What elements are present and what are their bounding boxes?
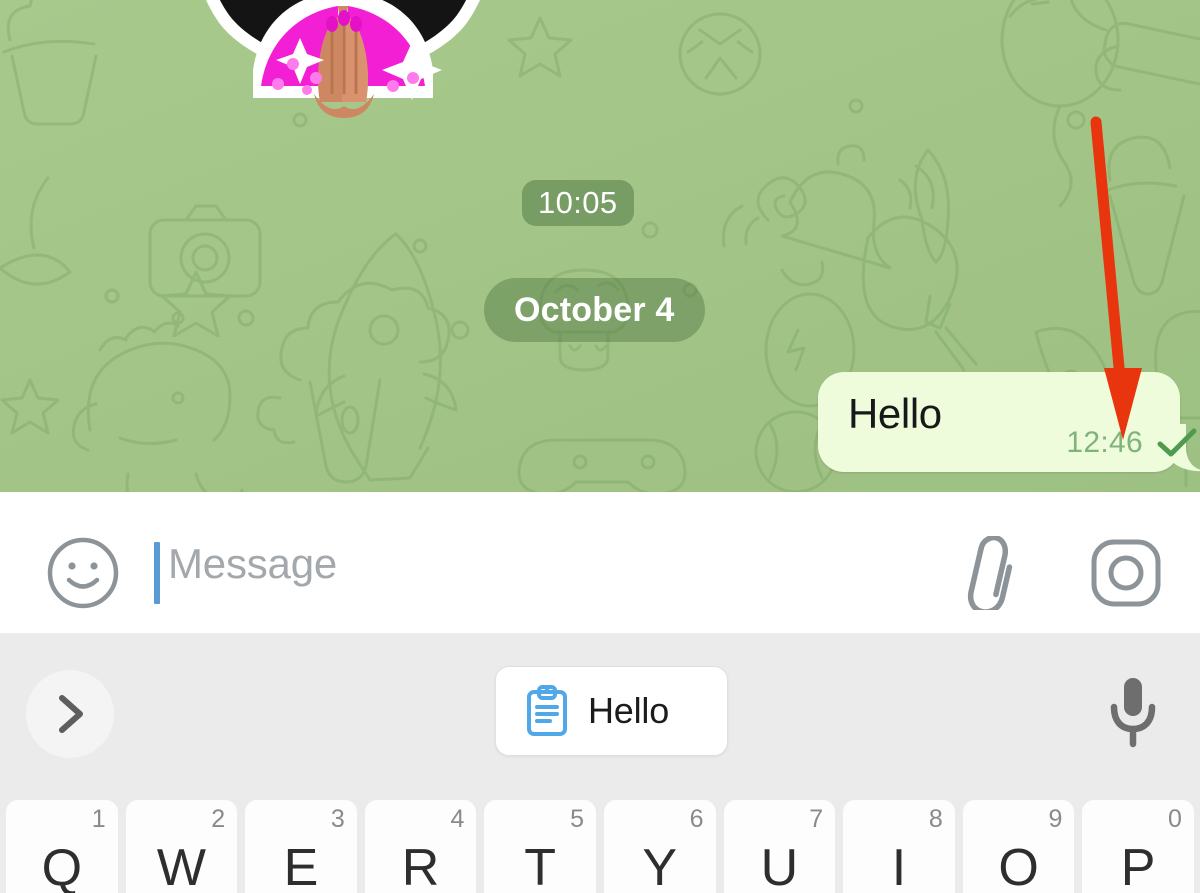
clipboard-suggestion-chip[interactable]: Hello [495, 666, 728, 756]
text-cursor [154, 542, 160, 604]
key-u[interactable]: 7U [723, 800, 836, 893]
key-number-label: 8 [928, 805, 943, 833]
key-number-label: 4 [450, 805, 465, 833]
message-text: Hello [848, 390, 942, 437]
single-check-icon [1156, 427, 1198, 459]
clipboard-suggestion-label: Hello [588, 690, 670, 731]
paperclip-icon[interactable] [946, 536, 1018, 610]
chat-message-area[interactable]: 10:05 October 4 Hello 12:46 [0, 0, 1200, 492]
message-row-outgoing[interactable]: Hello 12:46 [818, 372, 1200, 472]
camera-icon[interactable] [1088, 536, 1164, 610]
praying-woman-sticker[interactable] [108, 0, 578, 182]
message-meta: 12:46 [1066, 426, 1198, 460]
key-p[interactable]: 0P [1082, 800, 1194, 893]
message-timestamp: 12:46 [1066, 426, 1143, 459]
chevron-right-icon [52, 692, 88, 736]
key-number-label: 0 [1168, 805, 1182, 833]
key-letter-label: Y [642, 839, 678, 893]
key-letter-label: E [283, 839, 319, 893]
key-letter-label: U [760, 839, 799, 893]
key-number-label: 3 [330, 805, 345, 833]
key-number-label: 9 [1048, 805, 1063, 833]
key-letter-label: P [1120, 839, 1156, 893]
key-o[interactable]: 9O [962, 800, 1075, 893]
key-e[interactable]: 3E [245, 800, 357, 893]
key-i[interactable]: 8I [843, 800, 955, 893]
key-number-label: 5 [570, 805, 584, 833]
key-number-label: 2 [211, 805, 226, 833]
microphone-icon[interactable] [1105, 676, 1161, 748]
on-screen-keyboard: 1Q2W3E4R5T6Y7U8I9O0P [0, 790, 1200, 893]
key-number-label: 6 [689, 805, 704, 833]
key-w[interactable]: 2W [125, 800, 238, 893]
date-divider: October 4 [484, 278, 705, 342]
key-r[interactable]: 4R [364, 800, 477, 893]
keyboard-row-top: 1Q2W3E4R5T6Y7U8I9O0P [0, 800, 1200, 893]
smiley-face-icon[interactable] [46, 536, 120, 610]
key-letter-label: Q [41, 839, 83, 893]
key-number-label: 1 [91, 805, 106, 833]
key-letter-label: O [998, 839, 1039, 893]
sticker-timestamp: 10:05 [522, 180, 634, 226]
clipboard-icon [524, 685, 570, 737]
key-letter-label: T [524, 839, 557, 893]
key-letter-label: R [401, 839, 440, 893]
key-letter-label: I [891, 839, 907, 893]
key-y[interactable]: 6Y [603, 800, 716, 893]
expand-suggestions-button[interactable] [26, 670, 114, 758]
message-input-placeholder[interactable]: Message [168, 540, 337, 588]
app-root: 10:05 October 4 Hello 12:46 Message Hell… [0, 0, 1200, 893]
key-t[interactable]: 5T [484, 800, 596, 893]
key-q[interactable]: 1Q [6, 800, 118, 893]
key-letter-label: W [156, 839, 206, 893]
key-number-label: 7 [809, 805, 824, 833]
